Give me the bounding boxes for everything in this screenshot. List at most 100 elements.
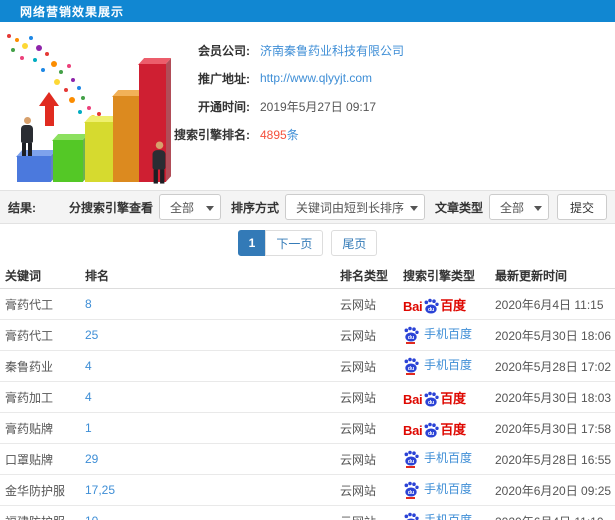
- header-keyword: 关键词: [5, 268, 42, 283]
- member-info-rows: 会员公司: 济南秦鲁药业科技有限公司 推广地址: http://www.qlyy…: [150, 36, 610, 148]
- svg-text:du: du: [428, 307, 434, 313]
- header-rank: 排名: [85, 268, 110, 283]
- table-row: 膏药贴牌 1 云网站 Bai du 百度 du 手机: [0, 413, 615, 444]
- chart-bar-yellow: [83, 116, 120, 182]
- rank-type-cell: 云网站: [340, 297, 377, 312]
- promo-url-row: 推广地址: http://www.qlyyjt.com: [150, 64, 610, 92]
- baidu-mobile-logo: du 手机百度: [403, 511, 472, 520]
- update-time-cell: 2020年5月30日 18:03: [495, 390, 612, 405]
- baidu-cn-text: 百度: [440, 421, 466, 437]
- baidu-paw-icon: du: [403, 512, 419, 520]
- baidu-pc-logo: Bai du 百度: [403, 295, 466, 314]
- promo-url-link[interactable]: http://www.qlyyjt.com: [260, 71, 372, 85]
- keyword-cell: 膏药代工: [5, 328, 54, 343]
- company-row: 会员公司: 济南秦鲁药业科技有限公司: [150, 36, 610, 64]
- table-row: 福建防护服 10 云网站 Bai du 百度 du: [0, 506, 615, 520]
- baidu-pc-logo: Bai du 百度: [403, 388, 466, 407]
- rank-link[interactable]: 8: [80, 297, 335, 311]
- keyword-cell: 膏药贴牌: [5, 421, 54, 436]
- chart-bar-orange: [111, 90, 147, 182]
- table-row: 秦鲁药业 4 云网站 Bai du 百度 du 手机: [0, 351, 615, 382]
- table-row: 膏药加工 4 云网站 Bai du 百度 du 手机: [0, 382, 615, 413]
- rank-link[interactable]: 29: [80, 452, 335, 466]
- update-time-cell: 2020年5月30日 17:58: [495, 421, 612, 436]
- rank-unit: 条: [286, 127, 299, 142]
- rank-type-cell: 云网站: [340, 421, 377, 436]
- sort-filter-value: 关键词由短到长排序: [295, 200, 404, 215]
- svg-text:du: du: [408, 490, 415, 496]
- rank-link[interactable]: 17,25: [80, 483, 335, 497]
- baidu-bai-text: Bai: [403, 298, 423, 314]
- baidu-paw-icon: du: [423, 422, 440, 438]
- company-link[interactable]: 济南秦鲁药业科技有限公司: [260, 42, 404, 59]
- submit-button[interactable]: 提交: [556, 194, 607, 220]
- next-page-button[interactable]: 下一页: [265, 230, 324, 256]
- svg-text:du: du: [408, 459, 415, 465]
- opened-time-label: 开通时间:: [198, 99, 250, 114]
- header-rank-type: 排名类型: [340, 268, 389, 283]
- rank-link[interactable]: 1: [80, 421, 335, 435]
- table-row: 口罩贴牌 29 云网站 Bai du 百度 du 手: [0, 444, 615, 475]
- rank-type-cell: 云网站: [340, 483, 377, 498]
- table-row: 膏药代工 25 云网站 Bai du 百度 du 手: [0, 320, 615, 351]
- baidu-cn-text: 百度: [440, 297, 466, 313]
- baidu-mobile-logo: du 手机百度: [403, 449, 473, 468]
- baidu-paw-icon: du: [403, 357, 419, 375]
- update-time-cell: 2020年5月30日 18:06: [495, 328, 612, 343]
- update-time-cell: 2020年6月4日 11:15: [495, 297, 604, 312]
- rank-link[interactable]: 10: [80, 514, 335, 520]
- sort-filter-label: 排序方式: [230, 200, 279, 215]
- rank-link[interactable]: 4: [80, 390, 335, 404]
- last-page-button[interactable]: 尾页: [331, 230, 378, 256]
- engine-filter-select[interactable]: 全部: [158, 194, 221, 220]
- engine-cell: Bai du 百度 du 手机百度: [398, 419, 490, 438]
- mobile-baidu-text: 手机百度: [424, 358, 473, 373]
- keyword-cell: 秦鲁药业: [5, 359, 54, 374]
- opened-time-value: 2019年5月27日 09:17: [260, 99, 377, 114]
- article-type-label: 文章类型: [434, 200, 483, 215]
- chart-bar-blue: [15, 150, 57, 182]
- svg-text:du: du: [408, 335, 415, 341]
- baidu-cn-text: 百度: [440, 390, 466, 406]
- chevron-down-icon: [533, 206, 542, 211]
- chart-bar-green: [51, 134, 89, 182]
- opened-time-row: 开通时间: 2019年5月27日 09:17: [150, 92, 610, 120]
- page-header: 网络营销效果展示: [0, 0, 615, 22]
- result-filter-bar: 结果: 分搜索引擎查看 全部 排序方式 关键词由短到长排序 文章类型 全部 提交: [0, 190, 615, 224]
- header-update-time: 最新更新时间: [495, 268, 568, 283]
- pagination: 1 下一页 尾页: [0, 224, 615, 262]
- confetti-dots: [7, 34, 11, 38]
- up-arrow-icon: [39, 92, 59, 126]
- engine-cell: Bai du 百度 du 手机百度: [398, 511, 490, 520]
- table-row: 金华防护服 17,25 云网站 Bai du 百度 du: [0, 475, 615, 506]
- mobile-baidu-text: 手机百度: [424, 451, 473, 466]
- sort-filter-select[interactable]: 关键词由短到长排序: [284, 194, 425, 220]
- svg-text:du: du: [428, 400, 434, 406]
- keyword-cell: 口罩贴牌: [5, 452, 54, 467]
- engine-rank-label: 搜索引擎排名:: [174, 127, 250, 142]
- page-1-button[interactable]: 1: [237, 230, 267, 256]
- engine-cell: Bai du 百度 du 手机百度: [398, 325, 490, 345]
- article-type-value: 全部: [499, 200, 524, 215]
- engine-cell: Bai du 百度 du 手机百度: [398, 356, 490, 376]
- baidu-bai-text: Bai: [403, 391, 423, 407]
- keyword-cell: 福建防护服: [0, 513, 80, 520]
- table-body: 膏药代工 8 云网站 Bai du 百度 du 手机: [0, 289, 615, 520]
- baidu-paw-icon: du: [403, 450, 419, 468]
- article-type-select[interactable]: 全部: [488, 194, 549, 220]
- rank-link[interactable]: 4: [80, 359, 335, 373]
- table-row: 膏药代工 8 云网站 Bai du 百度 du 手机: [0, 289, 615, 320]
- rank-number: 4895: [260, 127, 287, 142]
- businessman-figure-left: [21, 117, 33, 156]
- engine-filter-label: 分搜索引擎查看: [68, 200, 153, 215]
- member-info-section: 会员公司: 济南秦鲁药业科技有限公司 推广地址: http://www.qlyy…: [0, 22, 615, 190]
- rank-type-cell: 云网站: [340, 328, 377, 343]
- table-header-row: 关键词 排名 排名类型 搜索引擎类型 最新更新时间: [0, 262, 615, 289]
- keyword-cell: 膏药加工: [5, 390, 54, 405]
- rank-link[interactable]: 25: [80, 328, 335, 342]
- baidu-bai-text: Bai: [403, 422, 423, 438]
- baidu-pc-logo: Bai du 百度: [403, 419, 466, 438]
- engine-cell: Bai du 百度 du 手机百度: [398, 449, 490, 469]
- baidu-paw-icon: du: [423, 298, 440, 314]
- mobile-baidu-text: 手机百度: [424, 482, 473, 497]
